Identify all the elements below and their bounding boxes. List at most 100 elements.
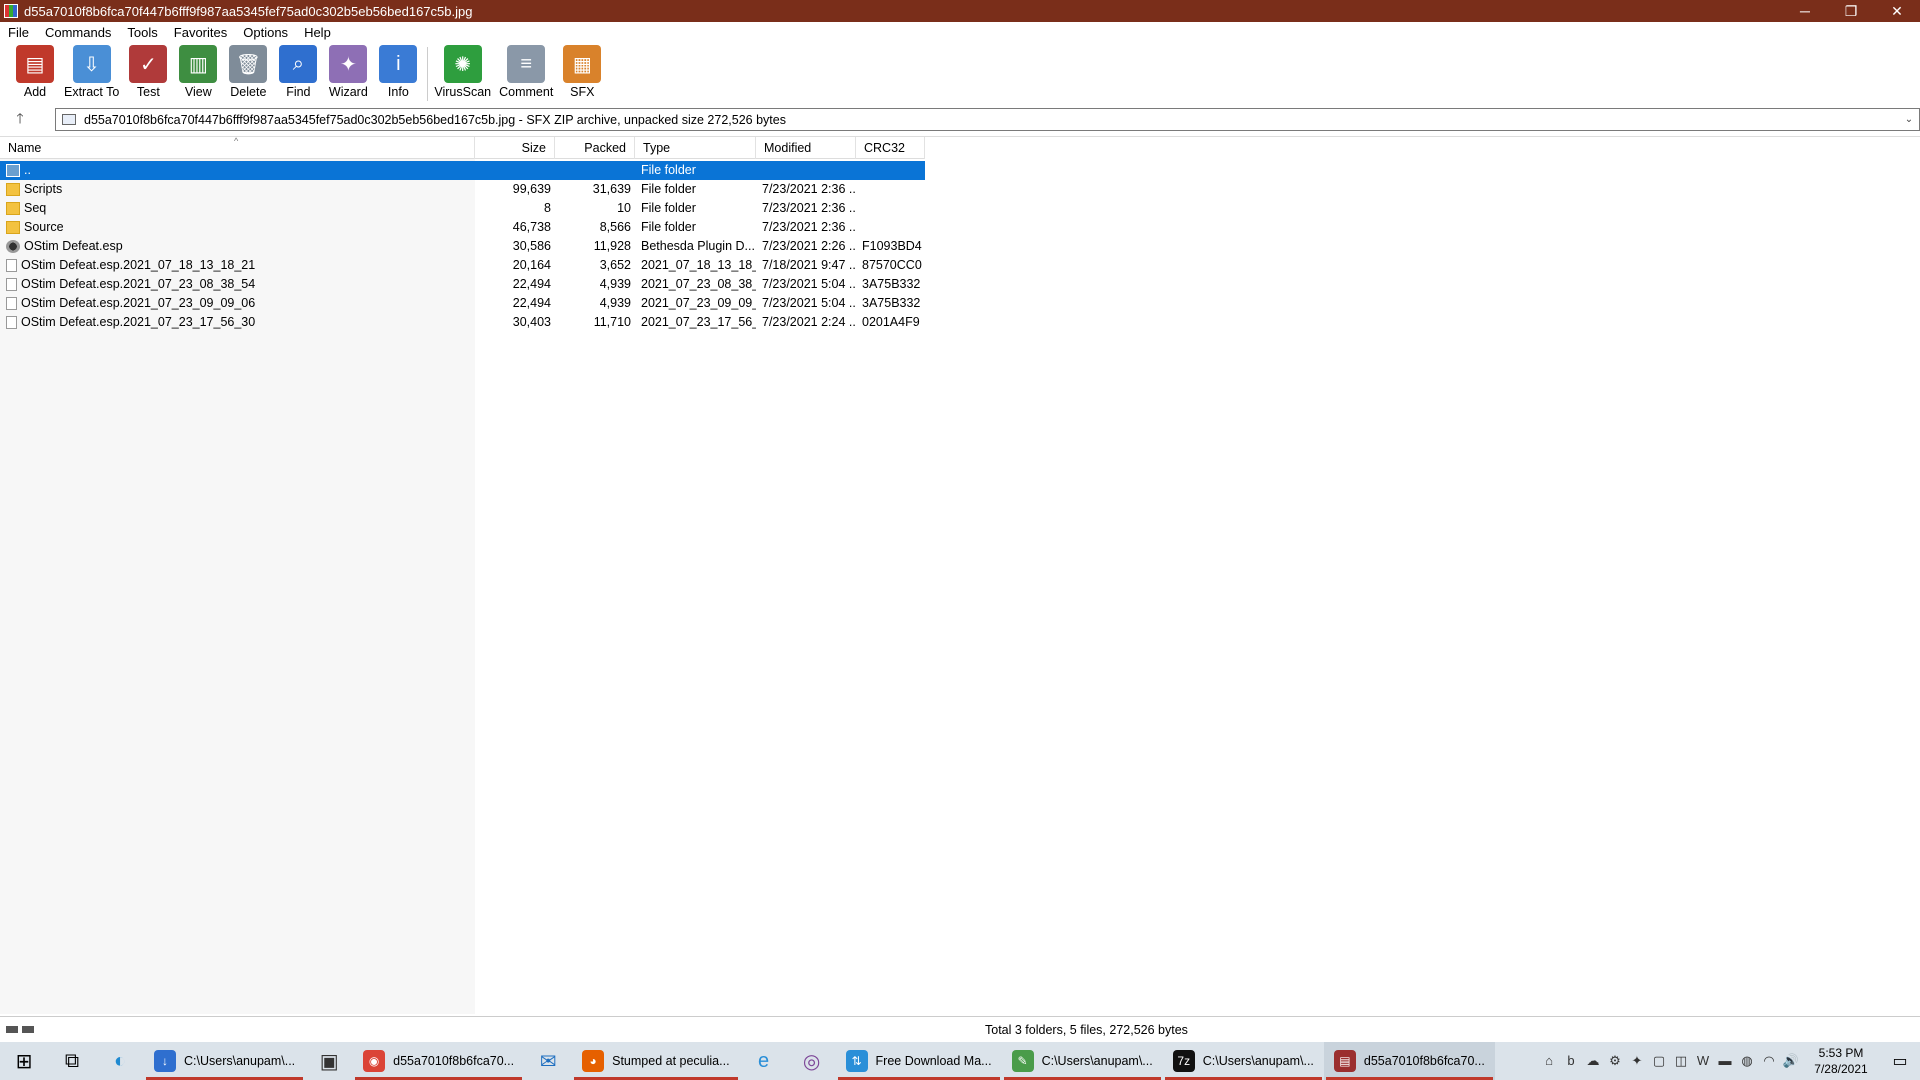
menu-tools[interactable]: Tools: [119, 25, 165, 40]
file-name: Source: [24, 220, 64, 234]
toolbar-add-button[interactable]: ▤ Add: [14, 45, 56, 99]
table-row[interactable]: Source 46,738 8,566 File folder 7/23/2021 2:…: [0, 218, 925, 237]
menu-options[interactable]: Options: [235, 25, 296, 40]
cell-crc: 87570CC0: [862, 258, 922, 272]
tray-icon[interactable]: ◫: [1670, 1053, 1692, 1069]
tray-icon[interactable]: ◍: [1736, 1053, 1758, 1069]
drive-icon[interactable]: [6, 1026, 18, 1033]
taskbar-pinned-app[interactable]: ◎: [788, 1042, 836, 1080]
edge-icon[interactable]: ◐: [96, 1042, 144, 1080]
cell-packed: 4,939: [599, 296, 631, 310]
column-header-size[interactable]: Size: [475, 137, 555, 159]
toolbar-test-button[interactable]: ✓ Test: [127, 45, 169, 99]
cell-name: OStim Defeat.esp.2021_07_23_08_38_54: [0, 275, 475, 294]
menu-help[interactable]: Help: [296, 25, 339, 40]
taskbar-task[interactable]: ⇅ Free Download Ma...: [836, 1042, 1002, 1080]
fdm-icon: ⇅: [845, 1050, 868, 1072]
file-icon: [6, 278, 17, 291]
file-name: OStim Defeat.esp.2021_07_23_08_38_54: [21, 277, 256, 291]
taskbar-task[interactable]: 7z C:\Users\anupam\...: [1163, 1042, 1324, 1080]
system-tray: ⌂ b ☁ ⚙ ✦ ▢ ◫ W ▬ ◍ ◠ 🔊 5:53 PM 7/28/2021 ▭: [1538, 1042, 1920, 1080]
menu-file[interactable]: File: [0, 25, 37, 40]
folder-icon: [6, 221, 20, 234]
toolbar-sfx-button[interactable]: ▦ SFX: [561, 45, 603, 99]
toolbar-label: Wizard: [328, 85, 368, 99]
cell-crc: [856, 218, 925, 237]
file-list[interactable]: Name Size Packed Type Modified CRC32 ^ .…: [0, 136, 1920, 1014]
table-row[interactable]: OStim Defeat.esp.2021_07_23_17_56_30 30,4…: [0, 313, 925, 332]
file-name: OStim Defeat.esp.2021_07_23_17_56_30: [21, 315, 256, 329]
key-icon[interactable]: [22, 1026, 34, 1033]
menu-commands[interactable]: Commands: [37, 25, 119, 40]
cell-type: File folder: [641, 220, 696, 234]
taskbar-pinned-app[interactable]: ▣: [305, 1042, 353, 1080]
menu-favorites[interactable]: Favorites: [166, 25, 235, 40]
toolbar-label: Add: [23, 85, 47, 99]
tray-icon[interactable]: ⚙: [1604, 1053, 1626, 1069]
taskbar-task[interactable]: ◕ Stumped at peculia...: [572, 1042, 739, 1080]
restore-button[interactable]: ❐: [1828, 0, 1874, 22]
tray-icon[interactable]: ⌂: [1538, 1053, 1560, 1069]
toolbar-view-button[interactable]: ▥ View: [177, 45, 219, 99]
wand-icon: ✦: [329, 45, 368, 83]
taskbar-tasks: ↓ C:\Users\anupam\... ▣ ◉ d55a7010f8b6fca70.…: [144, 1042, 1495, 1080]
toolbar-virusscan-button[interactable]: ✺ VirusScan: [434, 45, 491, 99]
table-row[interactable]: OStim Defeat.esp.2021_07_23_09_09_06 22,4…: [0, 294, 925, 313]
minimize-button[interactable]: ─: [1782, 0, 1828, 22]
column-header-modified[interactable]: Modified: [756, 137, 856, 159]
table-row[interactable]: .. File folder: [0, 161, 925, 180]
taskbar-task-label: d55a7010f8b6fca70...: [393, 1054, 515, 1068]
file-name: Scripts: [24, 182, 63, 196]
column-header-crc32[interactable]: CRC32: [856, 137, 925, 159]
tray-icons: ⌂ b ☁ ⚙ ✦ ▢ ◫ W ▬ ◍ ◠ 🔊: [1538, 1053, 1802, 1069]
cell-size: 22,494: [512, 277, 551, 291]
table-row[interactable]: Scripts 99,639 31,639 File folder 7/23/2021 …: [0, 180, 925, 199]
table-row[interactable]: OStim Defeat.esp.2021_07_18_13_18_21 20,1…: [0, 256, 925, 275]
tray-icon[interactable]: b: [1560, 1053, 1582, 1069]
tray-icon[interactable]: ✦: [1626, 1053, 1648, 1069]
start-button[interactable]: ⊞: [0, 1042, 48, 1080]
taskbar-task[interactable]: ▤ d55a7010f8b6fca70...: [1323, 1042, 1495, 1080]
notification-center-icon[interactable]: ▭: [1880, 1051, 1920, 1071]
column-header-type[interactable]: Type: [635, 137, 756, 159]
book-view-icon: ▥: [179, 45, 218, 83]
tray-icon[interactable]: ☁: [1582, 1053, 1604, 1069]
clock[interactable]: 5:53 PM 7/28/2021: [1802, 1045, 1880, 1077]
task-view-button[interactable]: ⧉: [48, 1042, 96, 1080]
tray-icon[interactable]: W: [1692, 1053, 1714, 1069]
tray-icon[interactable]: ▬: [1714, 1053, 1736, 1069]
taskbar-task[interactable]: ↓ C:\Users\anupam\...: [144, 1042, 305, 1080]
taskbar-task-label: Stumped at peculia...: [612, 1054, 730, 1068]
toolbar-extract-to-button[interactable]: ⇩ Extract To: [64, 45, 119, 99]
virus-scan-icon: ✺: [443, 45, 482, 83]
toolbar-delete-button[interactable]: 🗑 Delete: [227, 45, 269, 99]
file-name: OStim Defeat.esp.2021_07_18_13_18_21: [21, 258, 256, 272]
toolbar-label: VirusScan: [434, 85, 492, 99]
up-folder-button[interactable]: 🡑: [0, 108, 40, 132]
taskbar-pinned-app[interactable]: ✉: [524, 1042, 572, 1080]
toolbar-wizard-button[interactable]: ✦ Wizard: [327, 45, 369, 99]
tray-icon[interactable]: ◠: [1758, 1053, 1780, 1069]
table-row[interactable]: OStim Defeat.esp 30,586 11,928 Bethesda Plu…: [0, 237, 925, 256]
chrome-icon: ◉: [363, 1050, 386, 1072]
file-name: Seq: [24, 201, 47, 215]
cell-modified: 7/23/2021 2:36 ...: [762, 220, 856, 234]
address-dropdown-button[interactable]: ⌄: [1899, 114, 1919, 125]
cell-crc: 0201A4F9: [862, 315, 920, 329]
address-bar[interactable]: d55a7010f8b6fca70f447b6fff9f987aa5345fef…: [55, 108, 1920, 131]
toolbar-comment-button[interactable]: ≡ Comment: [499, 45, 553, 99]
winrar-app-icon[interactable]: [4, 4, 18, 18]
tray-icon[interactable]: 🔊: [1780, 1053, 1802, 1069]
close-button[interactable]: ✕: [1874, 0, 1920, 22]
toolbar-info-button[interactable]: i Info: [377, 45, 419, 99]
taskbar-task[interactable]: ✎ C:\Users\anupam\...: [1002, 1042, 1163, 1080]
taskbar-task[interactable]: ◉ d55a7010f8b6fca70...: [353, 1042, 524, 1080]
table-row[interactable]: OStim Defeat.esp.2021_07_23_08_38_54 22,4…: [0, 275, 925, 294]
taskbar-pinned-app[interactable]: e: [740, 1042, 788, 1080]
table-row[interactable]: Seq 8 10 File folder 7/23/2021 2:36 ...: [0, 199, 925, 218]
tray-icon[interactable]: ▢: [1648, 1053, 1670, 1069]
folder-extract-icon: ⇩: [72, 45, 111, 83]
list-header: Name Size Packed Type Modified CRC32: [0, 137, 925, 159]
column-header-packed[interactable]: Packed: [555, 137, 635, 159]
toolbar-find-button[interactable]: ⌕ Find: [277, 45, 319, 99]
